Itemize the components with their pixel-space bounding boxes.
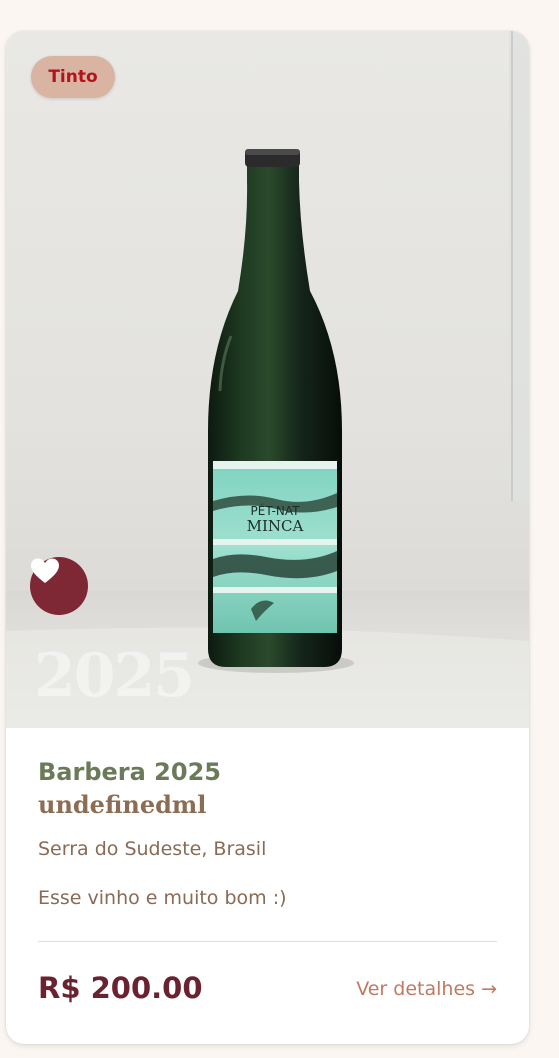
year-watermark: 2025 — [34, 641, 195, 711]
bottle-label-line2: MINCA — [247, 517, 304, 535]
heart-icon — [31, 558, 59, 583]
wine-name: Barbera 2025 — [38, 758, 221, 786]
view-details-link[interactable]: Ver detalhes → — [356, 978, 497, 1000]
wine-bottle-image: PÉT-NAT MINCA — [6, 31, 529, 728]
wine-description: Esse vinho e muito bom :) — [38, 887, 287, 909]
product-photo: PÉT-NAT MINCA Tinto 2025 — [6, 31, 529, 728]
wine-type-badge: Tinto — [31, 56, 115, 98]
favorite-button[interactable] — [30, 557, 88, 615]
wine-card[interactable]: PÉT-NAT MINCA Tinto 2025 Barbera 2025 un… — [6, 31, 529, 1044]
wine-price: R$ 200.00 — [38, 971, 203, 1005]
wine-producer: undefinedml — [38, 790, 207, 819]
divider — [38, 941, 497, 942]
bottle-label-line1: PÉT-NAT — [251, 503, 301, 518]
wine-region: Serra do Sudeste, Brasil — [38, 838, 267, 860]
